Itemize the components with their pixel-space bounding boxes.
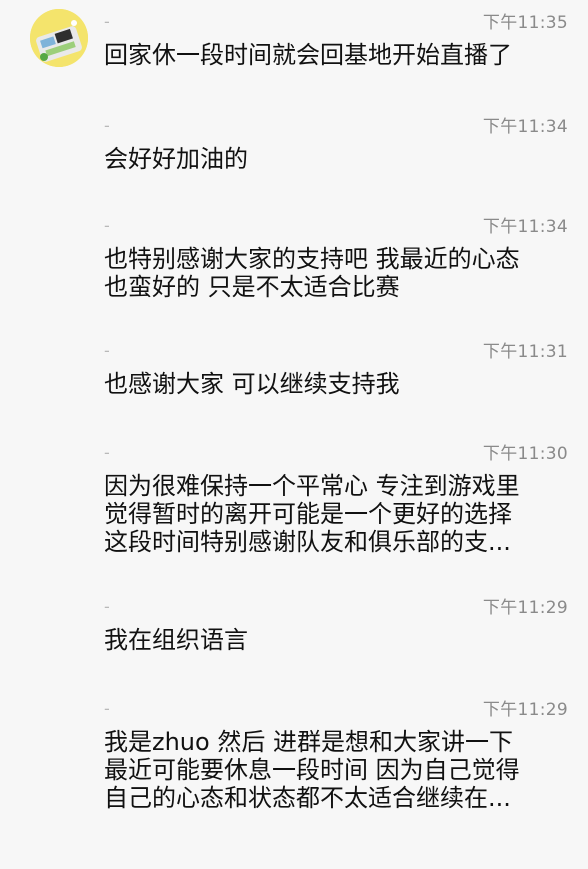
message-time: 下午11:29 [482,598,568,618]
avatar-image [30,9,88,67]
message-line: 会好好加油的 [104,145,248,173]
sender-name: - [104,116,110,135]
message-time: 下午11:31 [482,342,568,362]
sender-name: - [104,443,110,462]
message-time: 下午11:30 [482,444,568,464]
message-line: 也感谢大家 可以继续支持我 [104,370,400,398]
sender-name: - [104,341,110,360]
message-time: 下午11:35 [482,13,568,33]
message-line: 我是zhuo 然后 进群是想和大家讲一下 [104,728,513,756]
message-time: 下午11:29 [482,700,568,720]
message-line: 自己的心态和状态都不太适合继续在... [104,784,511,812]
message-line: 也蛮好的 只是不太适合比赛 [104,273,400,301]
message-line: 回家休一段时间就会回基地开始直播了 [104,41,512,69]
message-text: 也感谢大家 可以继续支持我 [104,370,574,398]
message-text: 回家休一段时间就会回基地开始直播了 [104,41,574,69]
message-text: 我在组织语言 [104,626,574,654]
message-text: 也特别感谢大家的支持吧 我最近的心态 也蛮好的 只是不太适合比赛 [104,245,574,301]
message-line: 这段时间特别感谢队友和俱乐部的支... [104,528,511,556]
message-line: 因为很难保持一个平常心 专注到游戏里 [104,472,520,500]
message-line: 也特别感谢大家的支持吧 我最近的心态 [104,245,520,273]
message-time: 下午11:34 [482,217,568,237]
message-time: 下午11:34 [482,117,568,137]
message-text: 会好好加油的 [104,145,574,173]
message-line: 觉得暂时的离开可能是一个更好的选择 [104,500,512,528]
sender-name: - [104,699,110,718]
avatar[interactable] [30,9,88,67]
sender-name: - [104,597,110,616]
message-text: 因为很难保持一个平常心 专注到游戏里 觉得暂时的离开可能是一个更好的选择 这段时… [104,472,574,556]
message-text: 我是zhuo 然后 进群是想和大家讲一下 最近可能要休息一段时间 因为自己觉得 … [104,728,574,812]
chat-history: - 下午11:35 回家休一段时间就会回基地开始直播了 - 下午11:34 会好… [0,0,588,869]
message-line: 我在组织语言 [104,626,248,654]
message-line: 最近可能要休息一段时间 因为自己觉得 [104,756,520,784]
sender-name: - [104,12,110,31]
sender-name: - [104,216,110,235]
